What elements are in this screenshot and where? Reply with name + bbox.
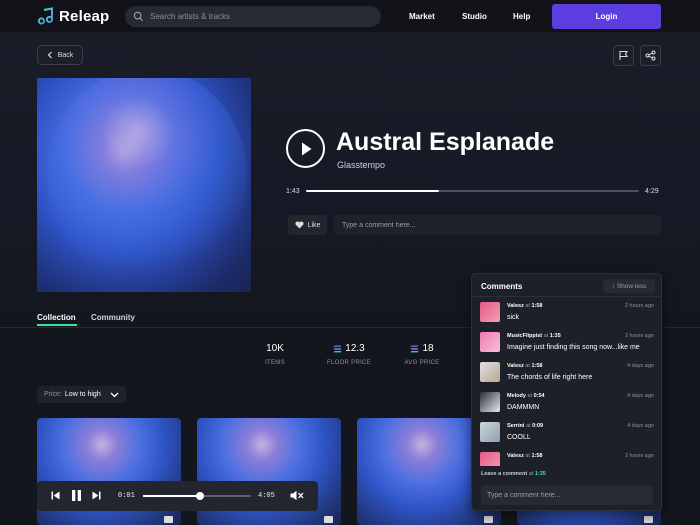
comment-item: Melody at 0:54 4 days ago DAMMMN: [480, 392, 654, 416]
stat-avg-label: AVG PRICE: [404, 360, 440, 366]
mini-player: 0:01 4:05: [37, 481, 318, 511]
avatar[interactable]: [480, 362, 500, 382]
album-cover-art: [37, 78, 251, 292]
heart-icon: [295, 221, 304, 229]
avatar[interactable]: [480, 392, 500, 412]
mute-icon[interactable]: [290, 490, 304, 501]
comment-text: sick: [507, 314, 520, 321]
comment-meta: MusicFlippist at 1:35: [507, 333, 561, 339]
track-title: Austral Esplanade: [336, 128, 555, 156]
stat-floor-label: FLOOR PRICE: [327, 360, 371, 366]
price-sort-key: Price:: [44, 391, 62, 398]
previous-track-icon[interactable]: [51, 490, 60, 501]
price-sort-value: Low to high: [64, 391, 101, 398]
comment-item: Valesz at 1:58 2 hours ago: [480, 452, 654, 466]
track-progress-bar[interactable]: [306, 190, 639, 192]
nav-studio[interactable]: Studio: [462, 12, 487, 21]
flag-icon: [619, 50, 628, 60]
player-scrub-handle[interactable]: [196, 492, 205, 500]
chevron-down-icon: [110, 392, 119, 397]
comment-age: 4 days ago: [627, 393, 654, 399]
comment-age: 4 days ago: [627, 423, 654, 429]
comment-text: DAMMMN: [507, 404, 540, 411]
comment-item: Valesz at 1:58 2 hours ago sick: [480, 302, 654, 326]
top-nav-bar: Releap Market Studio Help Login: [0, 0, 700, 33]
avatar[interactable]: [480, 302, 500, 322]
comment-age: 4 days ago: [627, 363, 654, 369]
comment-meta: Valesz at 1:58: [507, 363, 543, 369]
track-progress-fill: [306, 190, 440, 192]
comment-item: Valesz at 1:58 4 days ago The chords of …: [480, 362, 654, 386]
comment-meta: Melody at 0:54: [507, 393, 545, 399]
play-icon: [301, 142, 311, 155]
player-elapsed: 0:01: [118, 492, 135, 500]
stat-floor-value: 12.3: [345, 343, 365, 354]
like-button[interactable]: Like: [288, 215, 327, 235]
back-label: Back: [57, 51, 74, 59]
next-track-icon[interactable]: [92, 490, 101, 501]
stat-items-value: 10K: [266, 343, 284, 354]
comments-divider: [472, 296, 661, 297]
comment-age: 2 hours ago: [624, 333, 654, 339]
play-button[interactable]: [286, 129, 325, 168]
app-name: Releap: [59, 7, 110, 25]
solana-icon: [410, 345, 419, 352]
avatar[interactable]: [480, 422, 500, 442]
leave-comment-hint: Leave a comment at 1:35: [481, 471, 546, 477]
up-down-arrows-icon: ↕: [611, 282, 615, 290]
report-button[interactable]: [613, 45, 634, 66]
artist-name[interactable]: Glasstempo: [337, 160, 385, 170]
stat-avg-value: 18: [422, 343, 434, 354]
stat-items-label: ITEMS: [265, 360, 285, 366]
player-duration: 4:05: [258, 492, 275, 500]
pause-icon[interactable]: [71, 489, 82, 502]
solana-icon: [333, 345, 342, 352]
comment-item: Serrini at 0:09 4 days ago COOLL: [480, 422, 654, 446]
show-less-button[interactable]: ↕ Show less: [603, 279, 655, 293]
logo[interactable]: Releap: [37, 7, 109, 25]
back-button[interactable]: Back: [37, 45, 83, 65]
comment-text: COOLL: [507, 434, 531, 441]
comments-panel: Comments ↕ Show less Valesz at 1:58 2 ho…: [471, 273, 662, 511]
like-label: Like: [307, 221, 321, 229]
avatar[interactable]: [480, 452, 500, 466]
nav-market[interactable]: Market: [409, 12, 435, 21]
comment-text: The chords of life right here: [507, 374, 593, 381]
avatar[interactable]: [480, 332, 500, 352]
share-icon: [645, 50, 656, 61]
nav-help[interactable]: Help: [513, 12, 530, 21]
comment-age: 2 hours ago: [624, 303, 654, 309]
stat-avg-price: 18 AVG PRICE: [400, 343, 444, 366]
panel-comment-input[interactable]: [487, 491, 653, 499]
show-less-label: Show less: [616, 282, 647, 290]
panel-comment-field: [481, 485, 653, 505]
comments-title: Comments: [481, 282, 523, 291]
price-sort-select[interactable]: Price: Low to high: [37, 386, 126, 403]
comment-item: MusicFlippist at 1:35 2 hours ago Imagin…: [480, 332, 654, 356]
elapsed-time: 1:43: [286, 188, 300, 195]
chevron-left-icon: [47, 51, 52, 59]
comment-meta: Valesz at 1:58: [507, 303, 543, 309]
comment-field-wrapper: [334, 215, 661, 235]
search-bar[interactable]: [125, 6, 381, 27]
stat-floor-price: 12.3 FLOOR PRICE: [322, 343, 376, 366]
share-button[interactable]: [640, 45, 661, 66]
search-icon: [133, 11, 144, 22]
music-note-logo-icon: [38, 7, 53, 25]
comment-text: Imagine just finding this song now...lik…: [507, 344, 640, 351]
comment-meta: Valesz at 1:58: [507, 453, 543, 459]
search-input[interactable]: [150, 12, 370, 21]
comment-input[interactable]: [342, 221, 661, 229]
comment-age: 2 hours ago: [624, 453, 654, 459]
login-button[interactable]: Login: [552, 4, 661, 29]
tab-community[interactable]: Community: [91, 313, 135, 322]
total-duration: 4:29: [645, 188, 659, 195]
comment-meta: Serrini at 0:09: [507, 423, 544, 429]
tab-collection[interactable]: Collection: [37, 313, 77, 326]
stat-items: 10K ITEMS: [262, 343, 288, 366]
player-progress-fill: [143, 495, 201, 497]
